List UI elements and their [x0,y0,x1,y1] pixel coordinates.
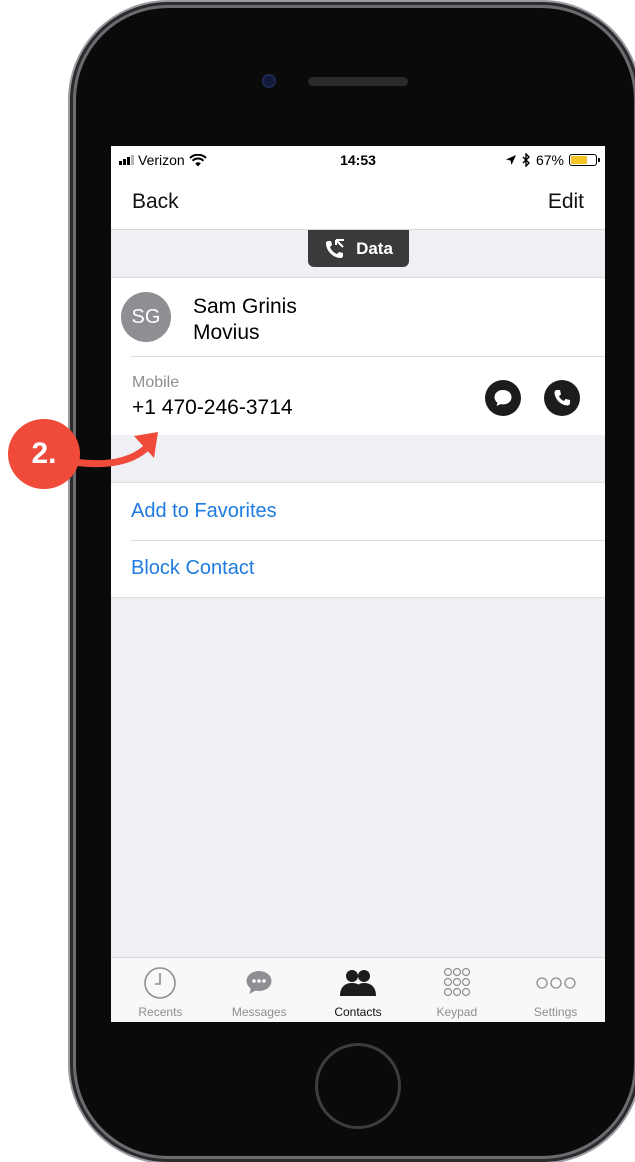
battery-icon [569,154,600,166]
edit-button[interactable]: Edit [548,190,584,214]
tab-label: Contacts [334,1005,382,1019]
tab-bar: Recents Messages Contacts Keypad Setting… [111,957,605,1022]
tab-settings[interactable]: Settings [506,958,605,1022]
status-bar: Verizon 14:53 67% [111,146,605,174]
data-badge-label: Data [356,238,393,258]
phone-screen: Verizon 14:53 67% Back Edit Data SG Sam … [111,146,605,1022]
annotation-arrow-icon [70,432,158,468]
contact-actions-list: Add to Favorites Block Contact [111,482,605,598]
tab-label: Keypad [436,1005,478,1019]
add-to-favorites-button[interactable]: Add to Favorites [111,483,605,540]
navigation-bar: Back Edit [111,174,605,230]
people-icon [339,970,376,996]
tab-label: Recents [138,1005,183,1019]
call-button[interactable] [544,380,580,416]
more-icon [535,977,576,989]
avatar: SG [121,292,171,342]
tab-contacts[interactable]: Contacts [309,958,408,1022]
chat-bubble-icon [246,971,272,994]
back-button[interactable]: Back [132,190,179,214]
status-right: 67% [505,152,600,168]
divider [131,356,605,357]
clock-icon [144,967,177,999]
contact-company: Movius [193,321,260,344]
keypad-icon [443,967,470,997]
data-call-badge: Data [308,230,409,267]
tab-label: Settings [533,1005,578,1019]
contact-name-block: Sam Grinis Movius [193,294,297,346]
battery-fill [571,156,588,164]
location-arrow-icon [505,155,516,165]
battery-percent: 67% [535,152,564,168]
home-button[interactable] [315,1043,401,1129]
block-contact-button[interactable]: Block Contact [111,540,605,597]
phone-number[interactable]: +1 470-246-3714 [132,396,293,420]
front-camera [262,74,276,88]
tab-recents[interactable]: Recents [111,958,210,1022]
wifi-call-icon [326,238,345,258]
section-gap [111,435,605,484]
chat-bubble-icon [494,390,512,406]
message-button[interactable] [485,380,521,416]
earpiece-speaker [308,77,408,86]
phone-icon [554,390,570,406]
contact-name: Sam Grinis [193,295,297,318]
bluetooth-icon [522,153,530,167]
tab-keypad[interactable]: Keypad [407,958,506,1022]
tab-label: Messages [231,1005,287,1019]
tab-messages[interactable]: Messages [210,958,309,1022]
phone-type-label: Mobile [132,374,180,391]
